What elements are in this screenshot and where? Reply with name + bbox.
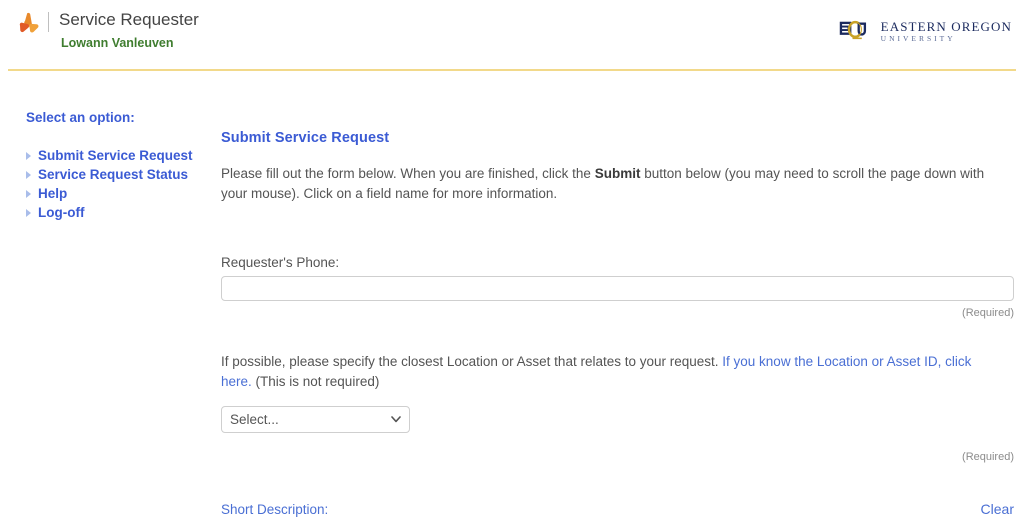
sidebar-item-label: Submit Service Request: [38, 148, 193, 163]
triangle-bullet-icon: [26, 151, 31, 160]
triangle-bullet-icon: [26, 189, 31, 198]
page-body: Select an option: Submit Service Request…: [0, 68, 1024, 519]
logged-in-user: Lowann Vanleuven: [61, 36, 174, 50]
archibus-a-logo-icon: [19, 12, 39, 33]
eastern-oregon-university-logo: EASTERN OREGON UNIVERSITY: [839, 18, 1012, 44]
app-title: Service Requester: [59, 10, 199, 29]
requester-phone-label: Requester's Phone:: [221, 255, 340, 270]
intro-submit-emphasis: Submit: [594, 166, 641, 181]
short-description-row: Short Description: Clear: [221, 501, 1014, 517]
requester-phone-required-note: (Required): [962, 307, 1014, 319]
intro-text-part1: Please fill out the form below. When you…: [221, 166, 595, 181]
location-asset-select-wrap: Select...: [221, 406, 410, 433]
location-asset-note: If possible, please specify the closest …: [221, 352, 1003, 392]
sidebar-heading: Select an option:: [26, 110, 135, 125]
requester-phone-field-block: Requester's Phone: (Required): [221, 255, 1016, 319]
sidebar-item-label: Log-off: [38, 205, 85, 220]
sidebar-item-help[interactable]: Help: [26, 184, 193, 203]
intro-paragraph: Please fill out the form below. When you…: [221, 164, 1003, 204]
location-asset-select[interactable]: Select...: [221, 406, 410, 433]
sidebar-item-service-request-status[interactable]: Service Request Status: [26, 165, 193, 184]
triangle-bullet-icon: [26, 170, 31, 179]
sidebar-item-log-off[interactable]: Log-off: [26, 203, 193, 222]
sidebar-nav-list: Submit Service Request Service Request S…: [26, 146, 193, 222]
page-title: Submit Service Request: [221, 130, 390, 146]
eou-monogram-icon: [839, 20, 866, 40]
brand-divider: [48, 12, 49, 32]
org-name-line2: UNIVERSITY: [880, 33, 956, 43]
location-asset-note-part1: If possible, please specify the closest …: [221, 354, 723, 369]
org-name-line1: EASTERN OREGON: [880, 18, 1012, 34]
clear-button[interactable]: Clear: [981, 501, 1014, 517]
requester-phone-input[interactable]: [221, 276, 1014, 301]
brand: Service Requester Lowann Vanleuven: [16, 10, 199, 50]
page-header: Service Requester Lowann Vanleuven EASTE…: [0, 0, 1024, 71]
short-description-label[interactable]: Short Description:: [221, 502, 328, 517]
sidebar-item-submit-service-request[interactable]: Submit Service Request: [26, 146, 193, 165]
main-content: Submit Service Request Please fill out t…: [221, 68, 1016, 520]
sidebar-item-label: Service Request Status: [38, 167, 189, 182]
triangle-bullet-icon: [26, 208, 31, 217]
location-asset-note-part2: (This is not required): [251, 374, 380, 389]
sidebar-item-label: Help: [38, 186, 68, 201]
location-asset-required-note: (Required): [962, 451, 1014, 463]
